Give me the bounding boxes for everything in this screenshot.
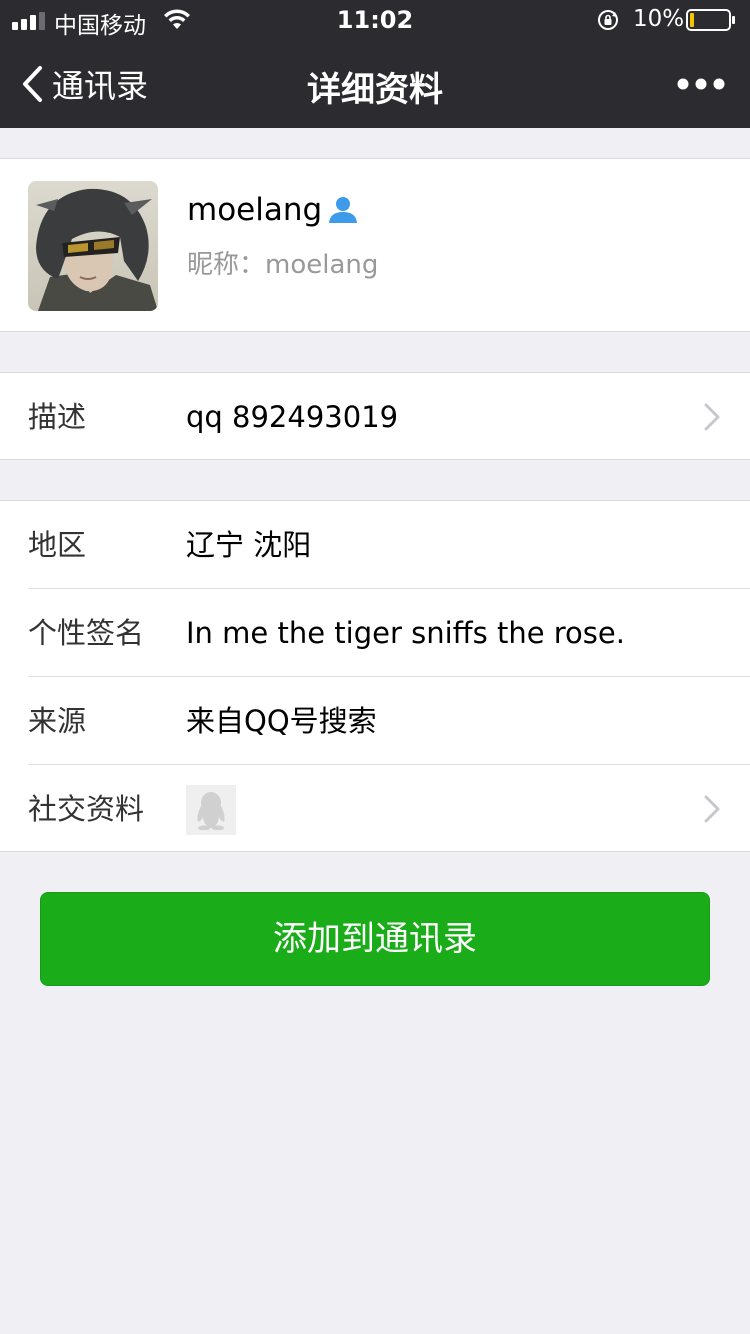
source-value: 来自QQ号搜索 [186,704,377,738]
person-icon [329,197,358,223]
source-row: 来源 来自QQ号搜索 [0,677,750,765]
battery-icon [686,9,735,31]
avatar-illustration [28,181,158,311]
qq-profile-thumb [186,785,236,835]
back-label: 通讯录 [52,67,149,105]
profile-name-row: moelang [187,192,358,228]
chevron-right-icon [704,795,720,823]
profile-name: moelang [187,192,323,228]
battery-percent: 10% [633,6,685,32]
nickname: 昵称：moelang [187,244,378,281]
avatar[interactable] [28,181,158,311]
details-card: 地区 辽宁 沈阳 个性签名 In me the tiger sniffs the… [0,500,750,852]
signature-label: 个性签名 [28,616,145,650]
nickname-value: moelang [265,250,379,280]
social-profile-label: 社交资料 [28,792,145,826]
back-button[interactable]: 通讯录 [20,62,148,106]
more-dots-icon[interactable] [676,72,726,96]
description-card[interactable]: 描述 qq 892493019 [0,372,750,460]
status-bar: 中国移动 11:02 10% [0,0,750,40]
region-label: 地区 [28,528,87,562]
description-label: 描述 [28,400,87,434]
chevron-right-icon [704,403,720,431]
social-profile-row[interactable]: 社交资料 [0,765,750,853]
region-value: 辽宁 沈阳 [186,528,312,562]
qq-penguin-icon [197,792,225,830]
description-row[interactable]: 描述 qq 892493019 [0,373,750,461]
chevron-left-icon [23,66,42,102]
signature-value: In me the tiger sniffs the rose. [186,616,625,650]
region-row: 地区 辽宁 沈阳 [0,501,750,589]
top-bar: 中国移动 11:02 10% 通讯录 详细资料 [0,0,750,128]
description-value: qq 892493019 [186,400,399,434]
signature-row: 个性签名 In me the tiger sniffs the rose. [0,589,750,677]
rotation-lock-icon [598,10,618,30]
nickname-label: 昵称： [187,250,266,280]
source-label: 来源 [28,704,87,738]
add-to-contacts-button[interactable]: 添加到通讯录 [40,892,710,986]
